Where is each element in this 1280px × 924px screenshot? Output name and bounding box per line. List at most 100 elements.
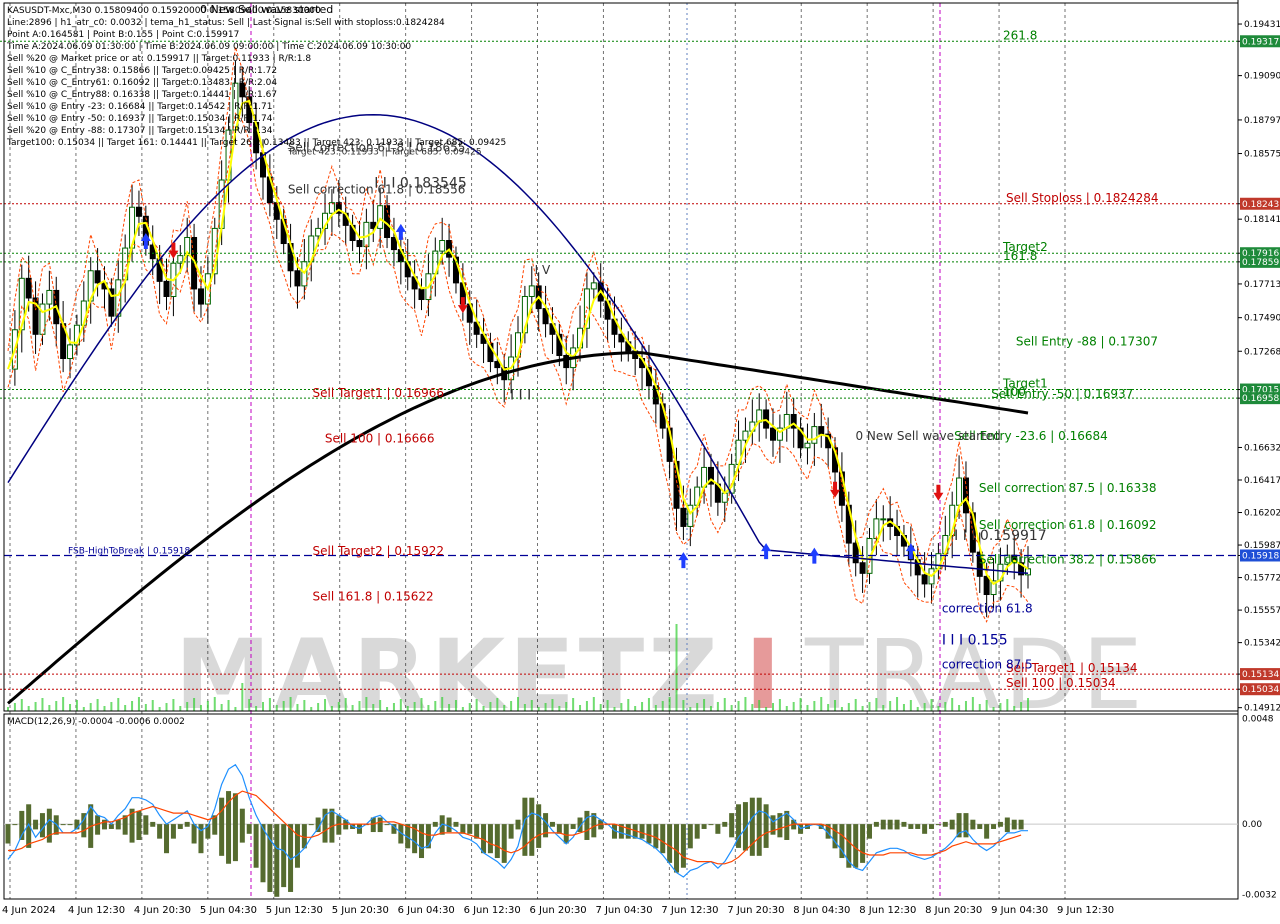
macd-histogram-bar (467, 824, 473, 834)
price-axis-label: 0.16632 (1244, 443, 1280, 453)
volume-bar (889, 701, 892, 711)
candle-body (873, 518, 880, 540)
macd-histogram-bar (694, 824, 700, 839)
candle-body (811, 426, 818, 444)
volume-bar (999, 703, 1002, 711)
volume-bar (985, 700, 988, 711)
volume-bar (1027, 698, 1029, 711)
candle-body (197, 288, 204, 305)
price-axis-label: 0.18141 (1244, 215, 1280, 225)
macd-histogram-bar (177, 824, 183, 829)
chart-annotation: correction 61.8 (942, 602, 1033, 616)
volume-bar (372, 704, 375, 711)
macd-histogram-bar (997, 821, 1003, 827)
volume-bar (703, 699, 706, 711)
price-axis-label: 0.19090 (1244, 72, 1280, 82)
x-tick-label: 6 Jun 04:30 (398, 905, 455, 916)
candle-body (804, 442, 811, 449)
x-tick-label: 4 Jun 12:30 (68, 905, 125, 916)
volume-bar (647, 698, 650, 711)
volume-bar (399, 699, 402, 711)
volume-bar (351, 705, 354, 711)
macd-histogram-bar (143, 815, 149, 835)
candle-body (135, 206, 142, 217)
candle-body (528, 285, 535, 297)
candle-body (921, 574, 928, 585)
candle-body (418, 288, 425, 301)
macd-histogram-bar (67, 824, 73, 826)
x-tick-label: 7 Jun 12:30 (661, 905, 718, 916)
macd-histogram-bar (239, 808, 245, 843)
macd-histogram-bar (866, 824, 872, 839)
macd-axis-label: 0.00 (1242, 820, 1262, 830)
macd-histogram-bar (60, 824, 66, 826)
price-level-label: 261.8 (1003, 28, 1037, 42)
volume-bar (62, 697, 65, 711)
x-tick-label: 6 Jun 12:30 (464, 905, 521, 916)
volume-bar (723, 698, 726, 711)
macd-histogram-bar (942, 821, 948, 827)
price-axis-label: 0.14912 (1244, 704, 1280, 714)
price-axis-label: 0.18797 (1244, 116, 1280, 126)
volume-bar (613, 707, 616, 711)
macd-histogram-bar (1018, 819, 1024, 830)
volume-bar (792, 702, 795, 711)
macd-histogram-bar (46, 808, 52, 843)
volume-bar (55, 701, 58, 711)
volume-bar (785, 706, 788, 711)
macd-histogram-bar (529, 797, 535, 856)
candle-body (770, 427, 776, 441)
volume-bar (1006, 699, 1009, 711)
macd-histogram-bar (170, 824, 176, 839)
price-axis-label: 0.15772 (1244, 574, 1280, 584)
macd-histogram-bar (922, 824, 928, 834)
macd-histogram-bar (549, 821, 555, 827)
macd-histogram-bar (584, 810, 590, 840)
x-tick-label: 8 Jun 12:30 (859, 905, 916, 916)
candle-body (1025, 568, 1031, 576)
macd-histogram-bar (722, 821, 728, 827)
macd-histogram-bar (501, 824, 507, 863)
volume-bar (124, 705, 127, 711)
macd-histogram-bar (494, 824, 500, 859)
volume-bar (406, 706, 409, 711)
macd-histogram-bar (115, 819, 121, 830)
volume-bar (69, 704, 72, 711)
volume-bar (634, 706, 637, 711)
volume-bar (909, 700, 912, 711)
macd-histogram-bar (294, 824, 300, 868)
volume-bar (34, 702, 37, 711)
volume-bar (282, 701, 285, 711)
macd-histogram-bar (984, 824, 990, 839)
header-info-line: Line:2896 | h1_atr_c0: 0.0032 | tema_h1_… (7, 18, 445, 28)
price-badge-label: 0.15918 (1242, 551, 1279, 561)
macd-label: MACD(12,26,9) -0.0004 -0.0006 0.0002 (7, 717, 185, 727)
macd-histogram-bar (660, 824, 666, 854)
volume-bar (324, 699, 327, 711)
x-tick-label: 6 Jun 20:30 (530, 905, 587, 916)
volume-bar (758, 700, 761, 711)
macd-histogram-bar (260, 824, 266, 883)
macd-histogram-bar (384, 824, 390, 826)
macd-histogram-bar (687, 824, 693, 849)
volume-bar (137, 697, 140, 711)
volume-bar (172, 699, 175, 711)
volume-bar (654, 705, 657, 711)
chart-annotation: Sell correction 38.2 | 0.15866 (979, 552, 1157, 566)
macd-histogram-bar (150, 821, 156, 827)
header-info-line: Sell %10 @ Entry -23: 0.16684 || Target:… (7, 102, 272, 112)
macd-histogram-bar (680, 824, 686, 868)
macd-histogram-bar (935, 824, 941, 826)
macd-histogram-bar (570, 824, 576, 829)
volume-bar (930, 699, 933, 711)
chart-annotation: Sell Entry -50 | 0.16937 (991, 387, 1133, 401)
volume-bar (799, 698, 802, 711)
volume-bar (220, 704, 223, 711)
price-level-label: Sell 100 | 0.15034 (1006, 676, 1116, 690)
candle-body (294, 270, 301, 287)
header-info-line: Sell %20 @ Entry -88: 0.17307 || Target:… (7, 126, 273, 136)
volume-bar (551, 699, 554, 711)
price-badge-label: 0.19317 (1242, 37, 1279, 47)
volume-bar (958, 705, 961, 711)
volume-bar (468, 703, 471, 711)
